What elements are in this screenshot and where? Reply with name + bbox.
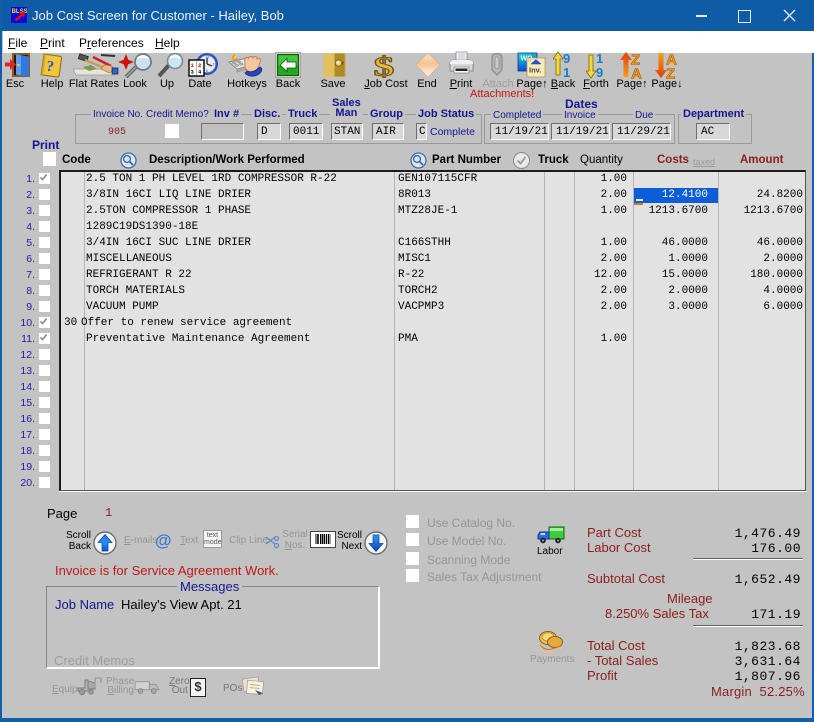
svg-text:Inv.: Inv.: [529, 66, 541, 75]
svg-text:Z: Z: [666, 66, 675, 80]
svg-text:1: 1: [596, 51, 603, 66]
svg-text:$: $: [374, 52, 395, 79]
svg-text:A: A: [631, 66, 642, 80]
svg-text:6: 6: [206, 69, 208, 73]
svg-text:9: 9: [563, 51, 570, 66]
svg-text:9: 9: [596, 65, 603, 79]
svg-text:3: 3: [213, 62, 215, 66]
svg-text:1: 1: [563, 65, 570, 79]
svg-text:12: 12: [206, 55, 210, 59]
svg-text:@: @: [155, 531, 172, 549]
